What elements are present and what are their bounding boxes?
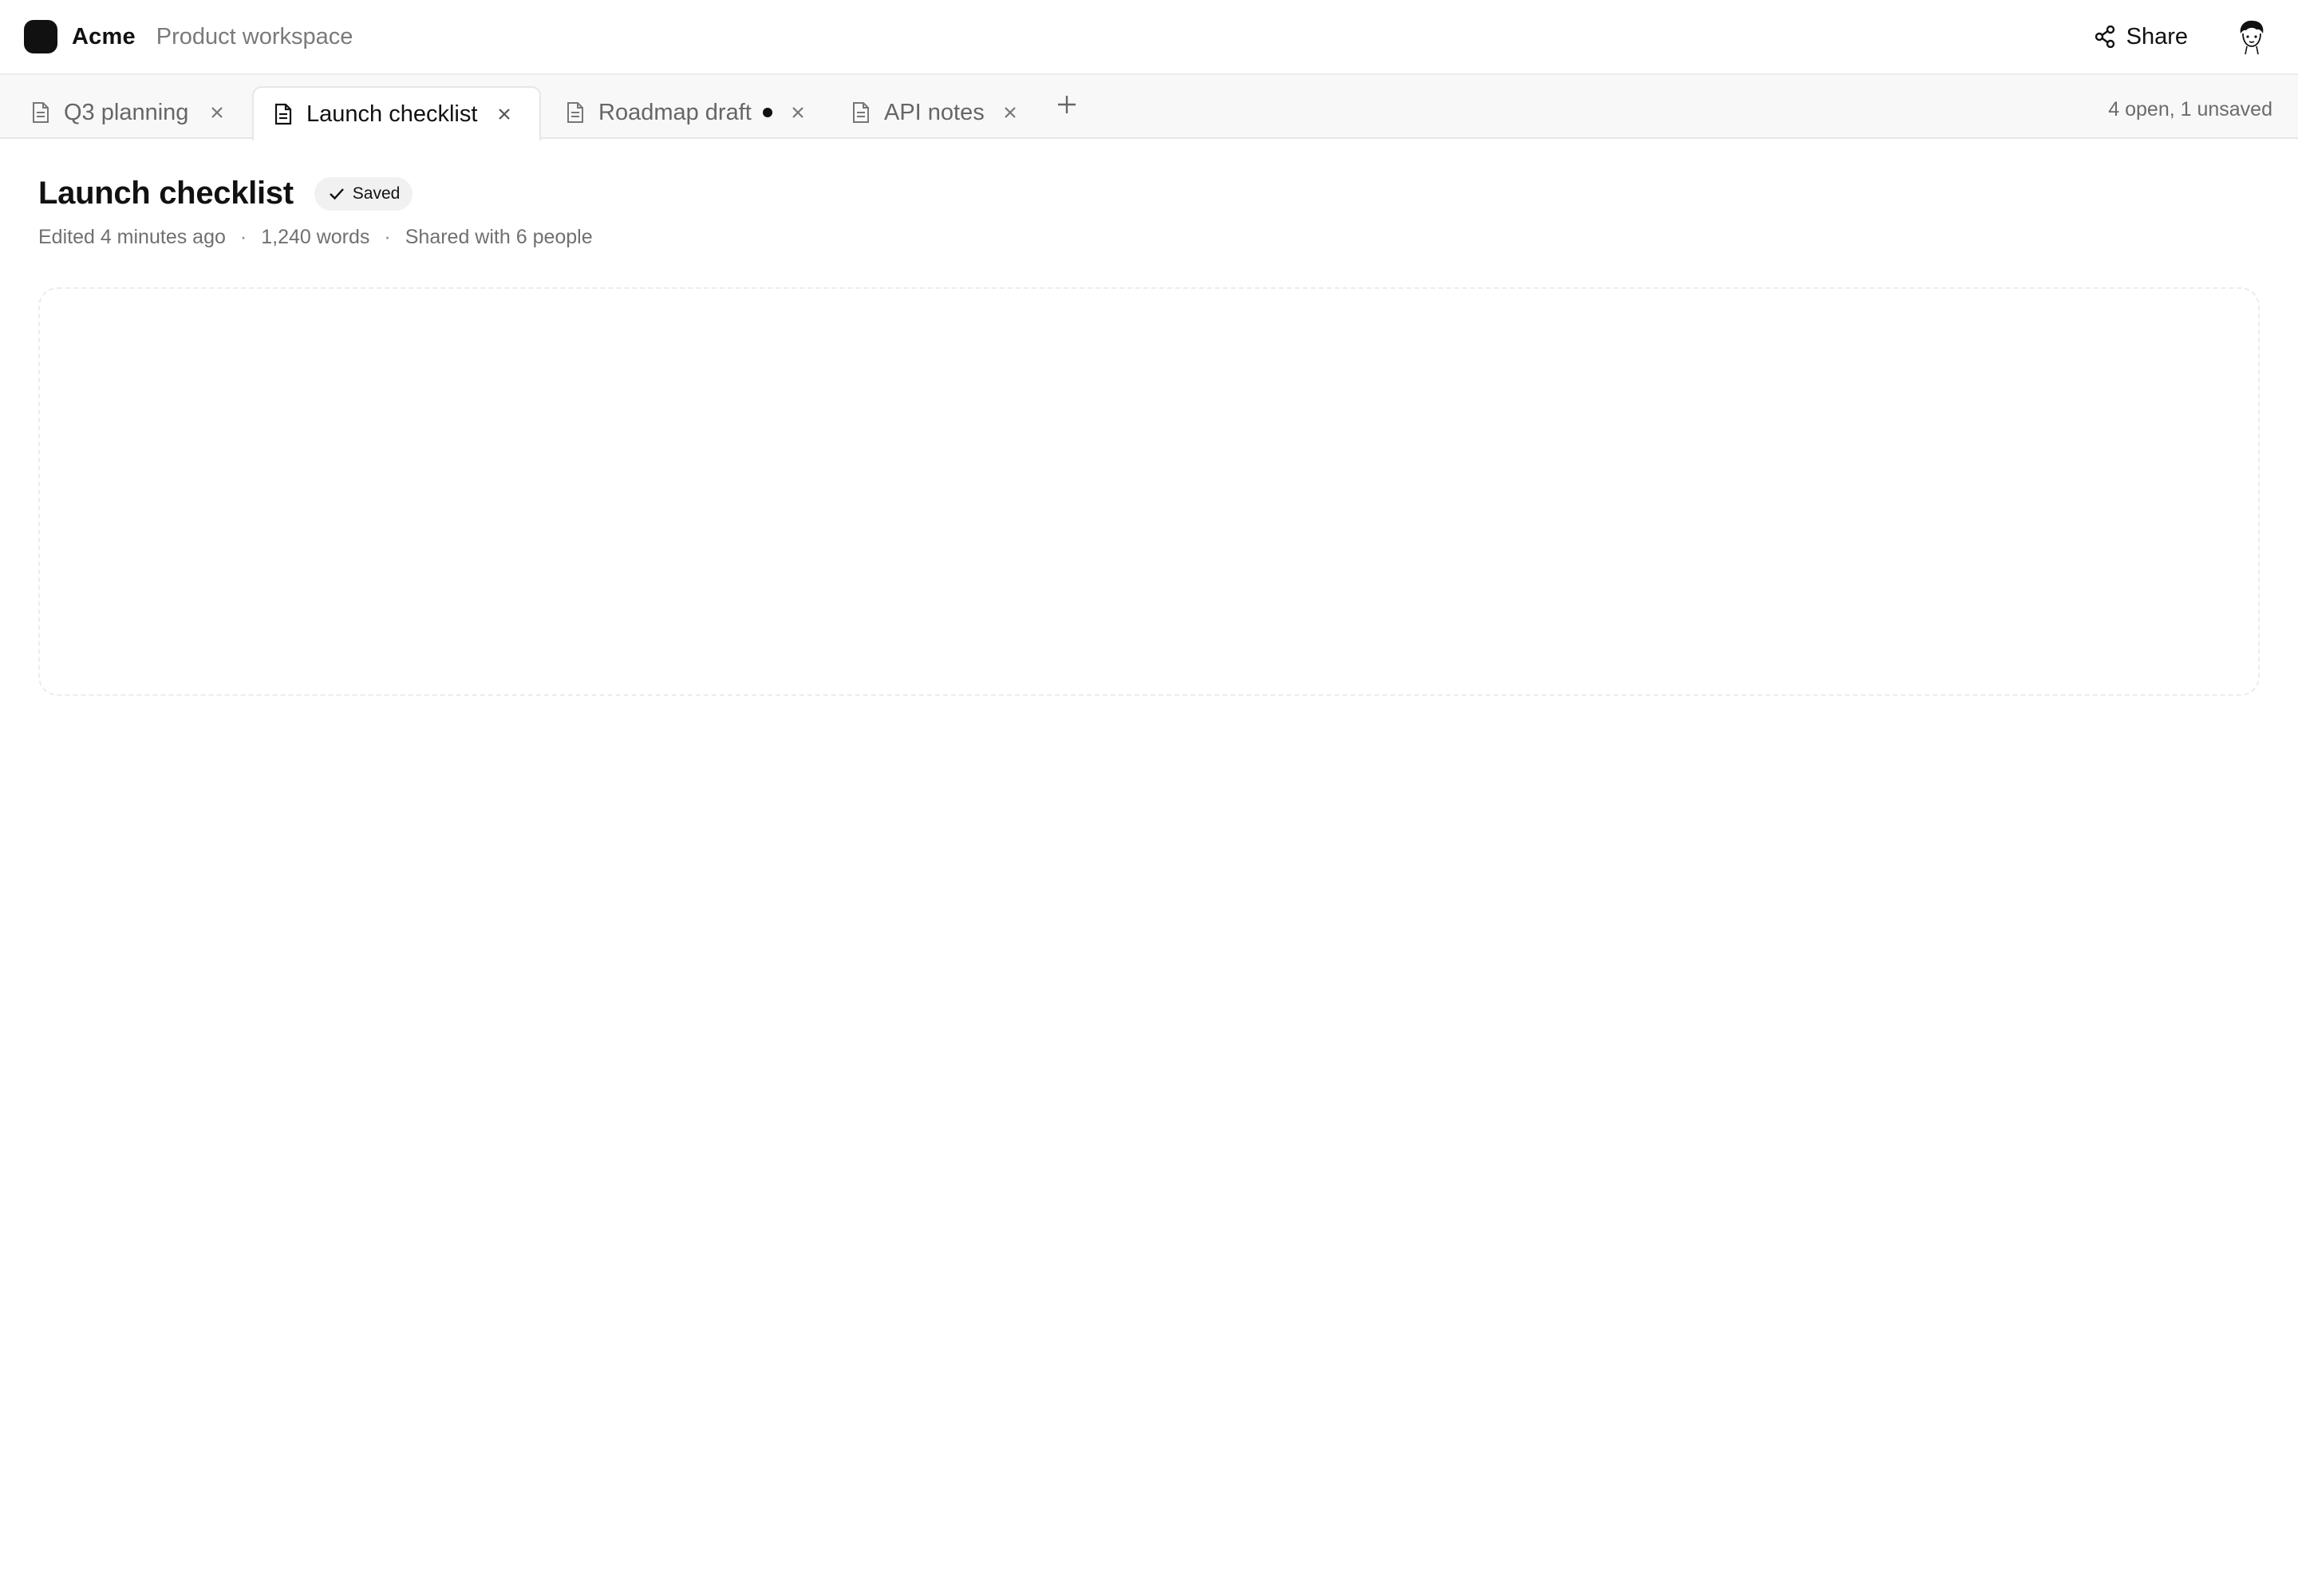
- brand[interactable]: Acme Product workspace: [24, 20, 353, 53]
- tab-label: Q3 planning: [64, 99, 189, 125]
- tab-label: Launch checklist: [306, 101, 478, 127]
- tab-label: API notes: [884, 99, 985, 125]
- share-label: Share: [2126, 23, 2188, 49]
- tab-status: 4 open, 1 unsaved: [2108, 97, 2272, 120]
- plus-icon[interactable]: [1055, 93, 1079, 117]
- brand-name: Acme: [72, 23, 136, 49]
- edited-time: Edited 4 minutes ago: [38, 226, 226, 248]
- tab-launch-checklist[interactable]: Launch checklist: [252, 86, 541, 140]
- tab-label: Roadmap draft: [598, 99, 752, 125]
- close-icon[interactable]: [209, 105, 225, 120]
- check-icon: [329, 188, 344, 200]
- meta-separator: ·: [239, 226, 247, 248]
- tab-bar: Q3 planning Launch checklist Roadmap dra…: [0, 75, 2298, 140]
- unsaved-indicator: [762, 108, 772, 117]
- workspace-name[interactable]: Product workspace: [156, 24, 353, 50]
- save-status-badge: Saved: [314, 176, 413, 211]
- save-status-label: Saved: [352, 184, 401, 203]
- top-bar: Acme Product workspace Share: [0, 0, 2298, 75]
- document-area: Launch checklist Saved Edited 4 minutes …: [0, 176, 2298, 696]
- meta-separator: ·: [384, 226, 391, 248]
- tab-roadmap-draft[interactable]: Roadmap draft: [567, 86, 814, 139]
- document-icon: [567, 102, 583, 123]
- tab-api-notes[interactable]: API notes: [852, 86, 1028, 139]
- acme-logo-icon: [24, 20, 57, 53]
- word-count: 1,240 words: [261, 226, 370, 248]
- user-avatar-icon[interactable]: [2233, 18, 2271, 56]
- document-icon: [33, 102, 49, 123]
- header-actions: Share: [2082, 16, 2271, 58]
- tab-q3-planning[interactable]: Q3 planning: [32, 86, 239, 139]
- document-title[interactable]: Launch checklist: [38, 176, 294, 211]
- document-icon: [853, 102, 869, 123]
- shared-with[interactable]: Shared with 6 people: [405, 226, 593, 249]
- close-icon[interactable]: [496, 106, 512, 122]
- share-icon: [2095, 26, 2114, 48]
- close-icon[interactable]: [1002, 105, 1018, 120]
- title-row: Launch checklist Saved: [38, 176, 2260, 211]
- document-meta: Edited 4 minutes ago · 1,240 words · Sha…: [38, 226, 2260, 249]
- share-button[interactable]: Share: [2082, 16, 2201, 58]
- document-body[interactable]: [38, 287, 2260, 696]
- close-icon[interactable]: [790, 105, 806, 120]
- document-icon: [274, 103, 292, 125]
